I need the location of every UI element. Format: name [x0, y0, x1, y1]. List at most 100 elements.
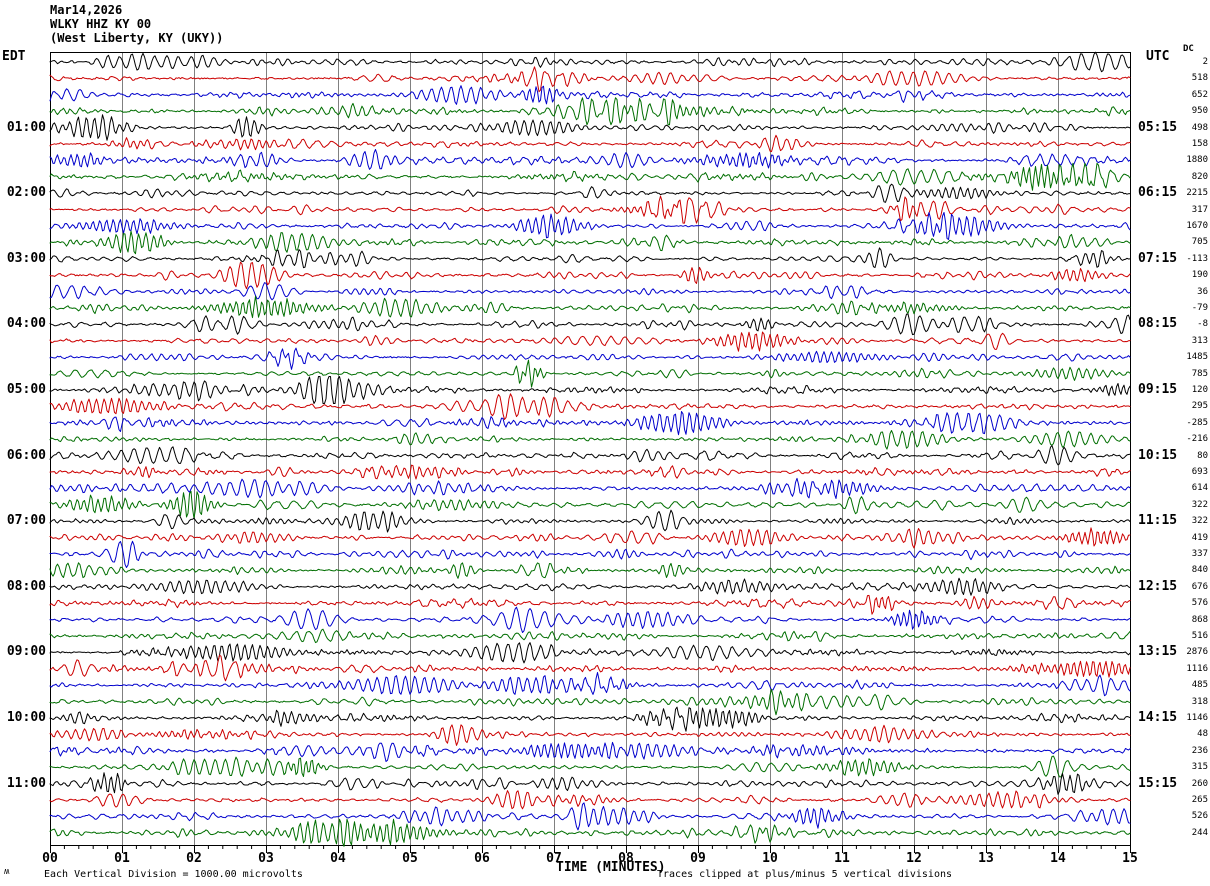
dc-offset-value: 576	[1191, 598, 1208, 609]
trace-row	[49, 282, 1131, 301]
dc-offset-value: -113	[1186, 253, 1208, 264]
trace-row	[49, 527, 1131, 549]
dc-offset-value: 337	[1191, 549, 1208, 559]
trace-row	[49, 642, 1131, 664]
trace-row	[49, 464, 1131, 480]
dc-offset-value: 614	[1191, 483, 1208, 494]
trace-row	[49, 741, 1131, 762]
x-tick-label: 10	[762, 851, 778, 866]
trace-row	[49, 331, 1131, 352]
dc-offset-value: 419	[1191, 532, 1208, 543]
trace-row	[49, 247, 1131, 269]
dc-offset-value: -79	[1191, 303, 1208, 313]
dc-offset-value: 322	[1191, 516, 1208, 527]
trace-row	[49, 430, 1131, 450]
trace-row	[49, 790, 1131, 810]
edt-time-label: 02:00	[6, 185, 46, 201]
seismogram-plot	[49, 51, 1131, 853]
dc-offset-value: 485	[1191, 680, 1208, 691]
trace-row	[49, 51, 1131, 73]
trace-row	[49, 85, 1131, 105]
dc-offset-value: 244	[1191, 827, 1208, 838]
dc-offset-value: -216	[1186, 434, 1208, 445]
dc-offset-value: 80	[1197, 450, 1208, 461]
trace-row	[49, 772, 1131, 795]
trace-row	[49, 628, 1131, 644]
dc-offset-value: 526	[1191, 811, 1208, 822]
dc-offset-value: 48	[1197, 729, 1208, 740]
edt-time-label: 05:00	[6, 382, 46, 397]
dc-offset-value: 2876	[1186, 647, 1208, 658]
dc-offset-value: 950	[1191, 106, 1208, 117]
trace-row	[49, 212, 1131, 240]
edt-time-label: 10:00	[6, 710, 46, 725]
logo-glyph: ʍ	[4, 867, 10, 877]
x-axis-ticks	[50, 845, 1131, 853]
x-tick-label: 02	[186, 851, 202, 866]
trace-row	[49, 134, 1131, 153]
trace-row	[49, 97, 1131, 126]
trace-row	[49, 149, 1131, 170]
dc-offset-value: 295	[1191, 401, 1208, 412]
x-tick-label: 04	[330, 851, 346, 866]
trace-row	[49, 540, 1131, 568]
x-tick-label: 00	[42, 851, 58, 866]
edt-time-label: 11:00	[6, 775, 46, 791]
trace-row	[49, 445, 1131, 466]
dc-offset-value: 1146	[1186, 713, 1208, 723]
trace-row	[49, 261, 1131, 290]
dc-offset-value: 1880	[1186, 155, 1208, 166]
dc-offset-value: 2215	[1186, 188, 1208, 199]
x-tick-label: 15	[1122, 851, 1138, 866]
dc-offset-value: 265	[1191, 795, 1208, 805]
trace-rows	[49, 51, 1131, 847]
trace-row	[49, 114, 1131, 141]
trace-row	[49, 230, 1131, 255]
dc-offset-value: 1670	[1186, 221, 1208, 231]
dc-offset-value: 120	[1191, 385, 1208, 395]
trace-row	[49, 490, 1131, 519]
dc-offset-value: 693	[1191, 467, 1208, 477]
dc-offset-value: 260	[1191, 778, 1208, 789]
dc-offset-value: 315	[1191, 762, 1208, 773]
trace-row	[49, 295, 1131, 319]
x-tick-label: 14	[1050, 851, 1066, 866]
x-tick-label: 12	[906, 851, 922, 866]
dc-offset-value: 840	[1191, 565, 1208, 576]
helicorder-screen: Mar14,2026 WLKY HHZ KY 00 (West Liberty,…	[0, 0, 1210, 886]
dc-offset-value: 785	[1191, 368, 1208, 379]
x-tick-label: 01	[114, 851, 130, 866]
edt-time-label: 03:00	[6, 250, 46, 266]
trace-row	[49, 706, 1131, 732]
trace-row	[49, 802, 1131, 831]
dc-offset-value: 318	[1191, 696, 1208, 707]
trace-row	[49, 359, 1131, 388]
trace-row	[49, 477, 1131, 499]
dc-offset-value: 322	[1191, 499, 1208, 510]
trace-row	[49, 347, 1131, 370]
dc-offset-value: 868	[1191, 614, 1208, 625]
trace-row	[49, 411, 1131, 436]
x-tick-label: 11	[834, 851, 850, 866]
trace-row	[49, 562, 1131, 579]
x-tick-label: 13	[978, 851, 994, 866]
trace-row	[49, 606, 1131, 633]
dc-offset-value: 516	[1191, 631, 1208, 641]
dc-offset-value: 820	[1191, 171, 1208, 182]
trace-row	[49, 594, 1131, 615]
clipping-note: Traces clipped at plus/minus 5 vertical …	[657, 869, 953, 880]
trace-row	[49, 376, 1131, 404]
trace-row	[49, 313, 1131, 336]
edt-time-label: 07:00	[6, 513, 46, 529]
dc-offset-value: 190	[1191, 270, 1208, 281]
dc-offset-value: 36	[1197, 286, 1208, 297]
dc-offset-value: 1485	[1186, 352, 1208, 363]
dc-offset-value: 652	[1191, 89, 1208, 100]
trace-row	[49, 509, 1131, 533]
plot-border	[50, 52, 1131, 846]
x-tick-label: 03	[258, 851, 274, 866]
x-tick-label: 09	[690, 851, 706, 866]
trace-row	[49, 724, 1131, 746]
trace-row	[49, 688, 1131, 716]
dc-offset-value: 676	[1191, 581, 1208, 592]
